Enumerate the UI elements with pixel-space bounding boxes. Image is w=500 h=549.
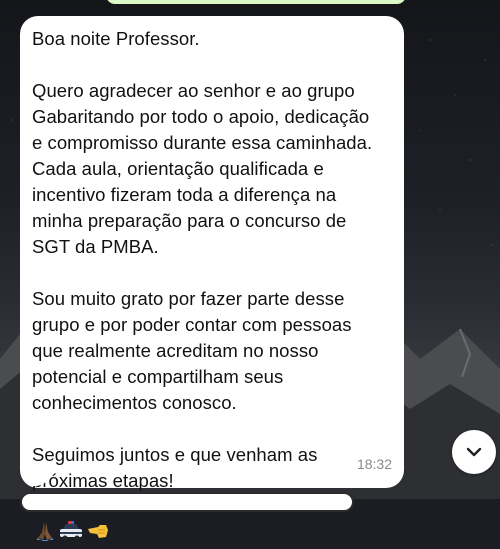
message-text: Boa noite Professor. Quero agradecer ao … (32, 26, 392, 549)
message-paragraph-2: Sou muito grato por fazer parte desse gr… (32, 288, 352, 413)
message-paragraph-1: Quero agradecer ao senhor e ao grupo Gab… (32, 80, 373, 257)
message-timestamp: 18:32 (356, 456, 392, 472)
scroll-to-bottom-button[interactable] (452, 430, 496, 474)
incoming-message-bubble[interactable]: Boa noite Professor. Quero agradecer ao … (20, 16, 404, 541)
chevron-down-icon (466, 447, 482, 457)
message-closing-line-1: Seguimos juntos e que venham as (32, 444, 318, 465)
message-closing-line-2: próximas etapas! (32, 470, 174, 491)
next-message-bubble (20, 492, 354, 512)
message-greeting: Boa noite Professor. (32, 28, 200, 49)
previous-message-bubble (106, 0, 406, 4)
